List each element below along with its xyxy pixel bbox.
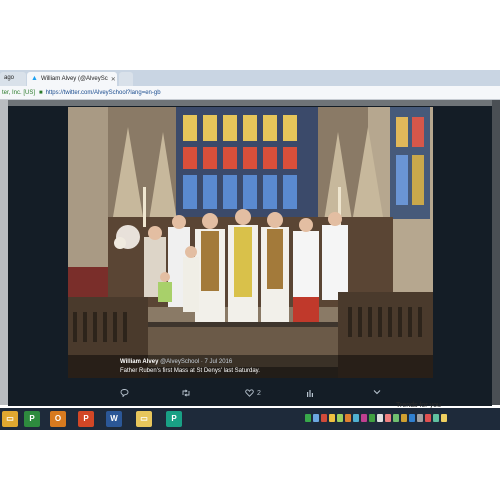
tray-icon[interactable] <box>337 414 343 422</box>
tray-icon[interactable] <box>385 414 391 422</box>
tray-icon[interactable] <box>361 414 367 422</box>
heart-icon <box>245 389 254 397</box>
tweet-date[interactable]: · 7 Jul 2016 <box>201 359 232 365</box>
site-identity: ter, Inc. [US] <box>2 89 36 96</box>
tray-icon[interactable] <box>345 414 351 422</box>
tray-icon[interactable] <box>401 414 407 422</box>
page-left-edge <box>0 100 8 405</box>
tray-icon[interactable] <box>313 414 319 422</box>
tweet-caption: William Alvey @AlveySchool · 7 Jul 2016 … <box>68 355 433 378</box>
new-tab-button[interactable] <box>119 72 133 86</box>
twitter-bird-icon: ▲ <box>31 75 38 82</box>
tray-icon[interactable] <box>441 414 447 422</box>
tab-label: ago <box>4 75 15 81</box>
reply-button[interactable] <box>120 389 129 397</box>
outlook-icon[interactable]: O <box>50 411 66 427</box>
tray-icon[interactable] <box>433 414 439 422</box>
file-explorer-icon[interactable]: ▭ <box>2 411 18 427</box>
address-bar[interactable]: ter, Inc. [US] ■ https://twitter.com/Alv… <box>0 86 500 100</box>
browser-tab-active[interactable]: ▲ William Alvey (@AlveySc ✕ <box>27 72 117 86</box>
tweet-photo[interactable] <box>68 107 433 378</box>
close-icon[interactable]: ✕ <box>111 76 116 83</box>
more-button[interactable] <box>373 389 381 395</box>
screenshot: ago ▲ William Alvey (@AlveySc ✕ ter, Inc… <box>0 0 500 500</box>
tray-icon[interactable] <box>393 414 399 422</box>
reply-icon <box>120 389 129 397</box>
tray-icon[interactable] <box>369 414 375 422</box>
tray-icon[interactable] <box>409 414 415 422</box>
analytics-button[interactable] <box>306 389 314 397</box>
analytics-icon <box>307 390 313 397</box>
tweet-text: Father Ruben's first Mass at St Denys' l… <box>120 368 260 374</box>
like-button[interactable]: 2 <box>245 389 261 397</box>
retweet-button[interactable] <box>181 389 191 397</box>
author-name[interactable]: William Alvey <box>120 359 158 365</box>
like-count: 2 <box>257 389 261 397</box>
tab-label: William Alvey (@AlveySc <box>40 76 108 82</box>
browser-tab[interactable]: ago <box>0 72 26 86</box>
url-field[interactable]: https://twitter.com/AlveySchool?lang=en-… <box>46 90 161 96</box>
publisher-alt-icon[interactable]: P <box>166 411 182 427</box>
publisher-icon[interactable]: P <box>24 411 40 427</box>
tray-icon[interactable] <box>377 414 383 422</box>
retweet-icon <box>182 389 190 397</box>
tray-icon[interactable] <box>329 414 335 422</box>
tray-icon[interactable] <box>417 414 423 422</box>
tweet-actions: 2 <box>68 384 433 404</box>
tray-icon[interactable] <box>353 414 359 422</box>
powerpoint-icon[interactable]: P <box>78 411 94 427</box>
church-photo-drawing <box>68 107 433 378</box>
tweet-header: William Alvey @AlveySchool · 7 Jul 2016 <box>120 358 381 367</box>
system-tray <box>305 414 495 424</box>
chevron-down-icon <box>373 390 381 395</box>
folder-icon[interactable]: ▭ <box>136 411 152 427</box>
lock-icon: ■ <box>39 89 43 96</box>
author-handle[interactable]: @AlveySchool <box>160 359 199 365</box>
tray-icon[interactable] <box>321 414 327 422</box>
tray-icon[interactable] <box>305 414 311 422</box>
tray-icon[interactable] <box>425 414 431 422</box>
page-right-edge <box>492 100 500 405</box>
os-taskbar: ▭ P O P W ▭ P <box>0 408 500 430</box>
browser-tab-bar: ago ▲ William Alvey (@AlveySc ✕ <box>0 70 500 86</box>
word-icon[interactable]: W <box>106 411 122 427</box>
